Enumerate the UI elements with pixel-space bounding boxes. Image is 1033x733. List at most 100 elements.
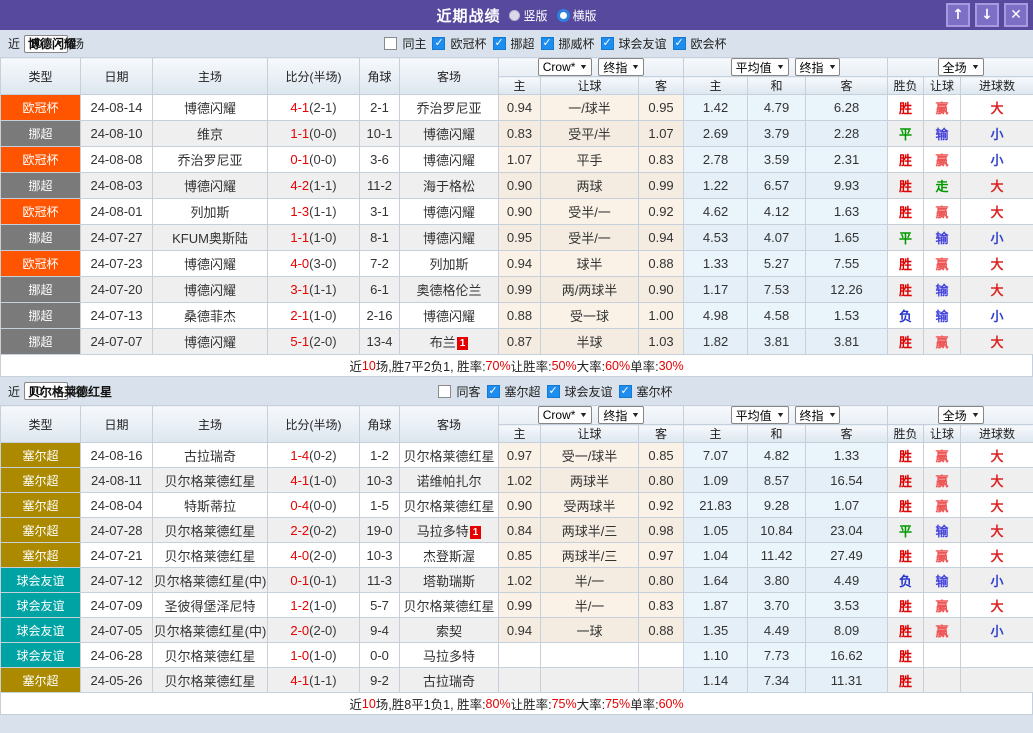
score-cell: 1-3(1-1) — [268, 199, 360, 225]
result-wdl-cell: 胜 — [888, 668, 924, 693]
result-goals-cell: 小 — [961, 225, 1033, 251]
subcol-goals-result: 进球数 — [961, 425, 1033, 443]
result-handicap-cell: 输 — [924, 121, 961, 147]
score-cell: 2-1(1-0) — [268, 303, 360, 329]
same-venue-checkbox[interactable] — [438, 385, 451, 398]
league-checkbox[interactable] — [601, 37, 614, 50]
away-team-cell: 乔治罗尼亚 — [400, 95, 499, 121]
league-checkbox[interactable] — [487, 385, 500, 398]
col-header-date: 日期 — [81, 58, 153, 95]
table1-filter-bar: 博德闪耀 近 10▼ 场 同主欧冠杯挪超挪威杯球会友谊欧会杯 — [0, 30, 1033, 57]
bookmaker-select-2[interactable]: Crow*▼ — [538, 406, 593, 424]
home-team-cell: 维京 — [153, 121, 268, 147]
bookmaker-select[interactable]: Crow*▼ — [538, 58, 593, 76]
up-arrow-icon: ↑ — [952, 7, 964, 23]
result-wdl-cell: 胜 — [888, 199, 924, 225]
handicap-cell: 半/一 — [541, 593, 639, 618]
league-cell: 塞尔超 — [1, 468, 81, 493]
odds-home-cell: 0.94 — [499, 95, 541, 121]
summary-text: 50% — [552, 359, 577, 373]
result-handicap-cell — [924, 668, 961, 693]
avg-draw-cell: 7.73 — [748, 643, 806, 668]
corner-cell: 3-1 — [360, 199, 400, 225]
odds-away-cell: 0.88 — [639, 618, 684, 643]
odds-stage-select-3[interactable]: 终指▼ — [598, 406, 644, 424]
layout-option-horizontal[interactable]: 横版 — [557, 7, 597, 24]
odds-stage-select[interactable]: 终指▼ — [598, 58, 644, 76]
avg-draw-cell: 3.81 — [748, 329, 806, 355]
move-up-button[interactable]: ↑ — [946, 3, 970, 27]
odds-stage-select-2[interactable]: 终指▼ — [795, 58, 841, 76]
fulltime-select[interactable]: 全场▼ — [938, 58, 984, 76]
handicap-cell: 受两球半 — [541, 493, 639, 518]
league-cell: 挪超 — [1, 277, 81, 303]
date-cell: 24-08-16 — [81, 443, 153, 468]
odds-away-cell: 0.95 — [639, 95, 684, 121]
result-goals-cell: 大 — [961, 277, 1033, 303]
same-venue-checkbox[interactable] — [384, 37, 397, 50]
odds-away-cell: 1.03 — [639, 329, 684, 355]
table-row: 欧冠杯24-08-08乔治罗尼亚0-1(0-0)3-6博德闪耀1.07平手0.8… — [1, 147, 1033, 173]
avg-home-cell: 2.78 — [684, 147, 748, 173]
summary-text: 30% — [659, 359, 684, 373]
league-checkbox[interactable] — [547, 385, 560, 398]
score-cell: 4-0(3-0) — [268, 251, 360, 277]
fulltime-score: 1-4 — [290, 448, 309, 463]
league-cell: 塞尔超 — [1, 543, 81, 568]
col-header-date: 日期 — [81, 406, 153, 443]
radio-horizontal-icon[interactable] — [557, 9, 570, 22]
col-header-score: 比分(半场) — [268, 58, 360, 95]
avg-draw-cell: 6.57 — [748, 173, 806, 199]
league-checkbox[interactable] — [493, 37, 506, 50]
average-select[interactable]: 平均值▼ — [731, 58, 789, 76]
result-wdl-cell: 负 — [888, 303, 924, 329]
radio-vertical-icon[interactable] — [509, 10, 520, 21]
summary-text: 75% — [552, 697, 577, 711]
corner-cell: 11-2 — [360, 173, 400, 199]
table-row: 球会友谊24-06-28贝尔格莱德红星1-0(1-0)0-0马拉多特1.107.… — [1, 643, 1033, 668]
move-down-button[interactable]: ↓ — [975, 3, 999, 27]
home-team-cell: 列加斯 — [153, 199, 268, 225]
league-cell: 挪超 — [1, 121, 81, 147]
odds-away-cell: 1.07 — [639, 121, 684, 147]
handicap-cell: 受半/一 — [541, 199, 639, 225]
fulltime-select-2[interactable]: 全场▼ — [938, 406, 984, 424]
league-checkbox[interactable] — [541, 37, 554, 50]
home-team-cell: 贝尔格莱德红星 — [153, 468, 268, 493]
score-cell: 4-1(2-1) — [268, 95, 360, 121]
date-cell: 24-05-26 — [81, 668, 153, 693]
avg-home-cell: 1.17 — [684, 277, 748, 303]
home-team-cell: 博德闪耀 — [153, 329, 268, 355]
league-checkbox[interactable] — [673, 37, 686, 50]
avg-draw-cell: 4.49 — [748, 618, 806, 643]
result-goals-cell: 大 — [961, 173, 1033, 199]
halftime-score: (2-1) — [309, 100, 336, 115]
avg-home-cell: 4.98 — [684, 303, 748, 329]
avg-draw-cell: 4.07 — [748, 225, 806, 251]
avg-away-cell: 3.81 — [806, 329, 888, 355]
league-checkbox[interactable] — [432, 37, 445, 50]
avg-away-cell: 9.93 — [806, 173, 888, 199]
halftime-score: (1-1) — [309, 282, 336, 297]
league-cell: 挪超 — [1, 225, 81, 251]
average-select-2[interactable]: 平均值▼ — [731, 406, 789, 424]
result-wdl-cell: 胜 — [888, 443, 924, 468]
close-button[interactable]: ✕ — [1004, 3, 1028, 27]
home-team-cell: 乔治罗尼亚 — [153, 147, 268, 173]
odds-home-cell: 0.84 — [499, 518, 541, 543]
table-row: 挪超24-07-13桑德菲杰2-1(1-0)2-16博德闪耀0.88受一球1.0… — [1, 303, 1033, 329]
result-wdl-cell: 胜 — [888, 147, 924, 173]
summary-text: 75% — [605, 697, 630, 711]
result-handicap-cell: 赢 — [924, 147, 961, 173]
summary-text: 场,胜7平2负1, 胜率: — [376, 356, 486, 375]
score-cell: 0-4(0-0) — [268, 493, 360, 518]
result-handicap-cell: 赢 — [924, 443, 961, 468]
odds-stage-select-4[interactable]: 终指▼ — [795, 406, 841, 424]
league-checkbox[interactable] — [619, 385, 632, 398]
result-handicap-cell: 赢 — [924, 543, 961, 568]
layout-option-vertical[interactable]: 竖版 — [509, 7, 547, 24]
odds-home-cell: 0.97 — [499, 443, 541, 468]
away-team-cell: 贝尔格莱德红星 — [400, 443, 499, 468]
avg-draw-cell: 5.27 — [748, 251, 806, 277]
avg-home-cell: 1.14 — [684, 668, 748, 693]
